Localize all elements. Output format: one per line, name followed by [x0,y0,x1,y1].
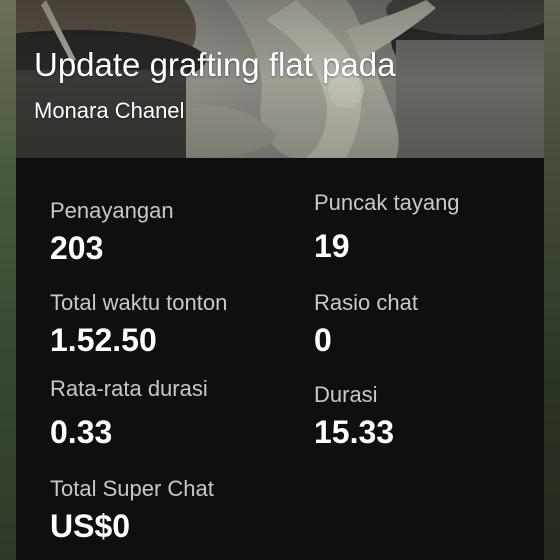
video-title: Update grafting flat pada [34,46,396,83]
stat-peak-concurrent: Puncak tayang 19 [314,190,460,265]
stat-super-chat-value: US$0 [50,508,131,544]
stat-chat-rate-label: Rasio chat [314,290,418,315]
stat-watch-time-label: Total waktu tonton [50,290,228,315]
stat-views-value: 203 [50,230,104,266]
stat-views: Penayangan 203 [50,198,174,267]
stat-avg-duration: Rata-rata durasi 0.33 [50,376,208,451]
stat-chat-rate-value: 0 [314,322,332,358]
stat-peak-label: Puncak tayang [314,190,460,215]
stat-avg-duration-value: 0.33 [50,414,113,450]
channel-name: Monara Chanel [34,98,185,123]
stat-views-label: Penayangan [50,198,174,223]
stream-stats-screen: Update grafting flat pada Monara Chanel … [0,0,560,560]
stat-peak-value: 19 [314,228,350,264]
stat-watch-time-value: 1.52.50 [50,322,157,358]
stat-super-chat-label: Total Super Chat [50,476,214,501]
stat-duration-label: Durasi [314,382,378,407]
stat-avg-duration-label: Rata-rata durasi [50,376,208,401]
stat-duration-value: 15.33 [314,414,395,450]
stat-watch-time: Total waktu tonton 1.52.50 [50,290,227,359]
stat-super-chat: Total Super Chat US$0 [50,476,214,545]
stat-chat-rate: Rasio chat 0 [314,290,418,359]
stat-duration: Durasi 15.33 [314,382,394,451]
